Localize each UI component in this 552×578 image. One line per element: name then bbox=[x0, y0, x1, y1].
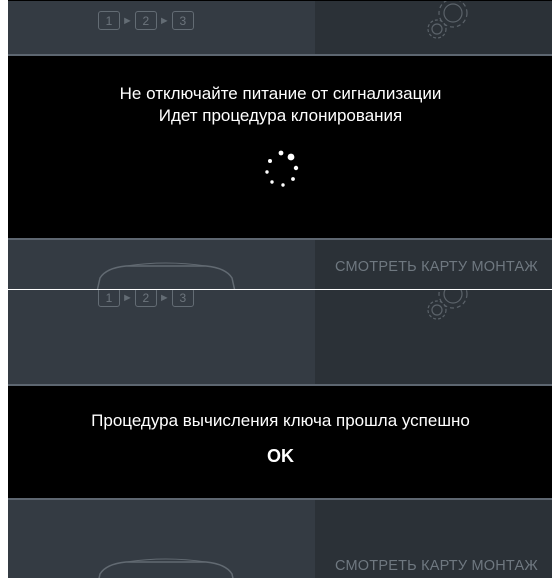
success-message: Процедура вычисления ключа прошла успешн… bbox=[91, 411, 470, 430]
step-1: 1 bbox=[98, 290, 120, 307]
loading-spinner-icon bbox=[264, 150, 298, 187]
step-indicator: 1 ► 2 ► 3 bbox=[98, 11, 194, 30]
screen-cloning-in-progress: 1 ► 2 ► 3 Не отключайте питание от сигна… bbox=[8, 0, 552, 289]
result-dialog: Процедура вычисления ключа прошла успешн… bbox=[8, 384, 552, 500]
ok-button[interactable]: OK bbox=[267, 446, 294, 467]
gear-icon bbox=[427, 1, 468, 39]
progress-dialog: Не отключайте питание от сигнализации Ид… bbox=[8, 54, 552, 240]
car-icon bbox=[98, 558, 234, 578]
arrow-right-icon: ► bbox=[158, 291, 170, 304]
car-icon bbox=[96, 262, 236, 289]
step-2: 2 bbox=[134, 11, 157, 30]
screen-key-calculated: 1 ► 2 ► 3 Процедура вычисления ключа про… bbox=[8, 290, 552, 578]
warning-message: Не отключайте питание от сигнализации bbox=[119, 84, 442, 103]
arrow-right-icon: ► bbox=[122, 291, 133, 304]
status-message: Идет процедура клонирования bbox=[158, 106, 403, 125]
step-3: 3 bbox=[171, 290, 194, 307]
arrow-right-icon: ► bbox=[122, 14, 133, 27]
step-2: 2 bbox=[134, 290, 157, 307]
step-1: 1 bbox=[98, 11, 120, 30]
step-3: 3 bbox=[171, 11, 194, 30]
arrow-right-icon: ► bbox=[158, 14, 170, 27]
step-indicator: 1 ► 2 ► 3 bbox=[98, 290, 194, 307]
view-mount-map-link[interactable]: СМОТРЕТЬ КАРТУ МОНТАЖ bbox=[335, 259, 538, 275]
view-mount-map-link[interactable]: СМОТРЕТЬ КАРТУ МОНТАЖ bbox=[335, 558, 538, 574]
gear-icon bbox=[427, 290, 468, 320]
